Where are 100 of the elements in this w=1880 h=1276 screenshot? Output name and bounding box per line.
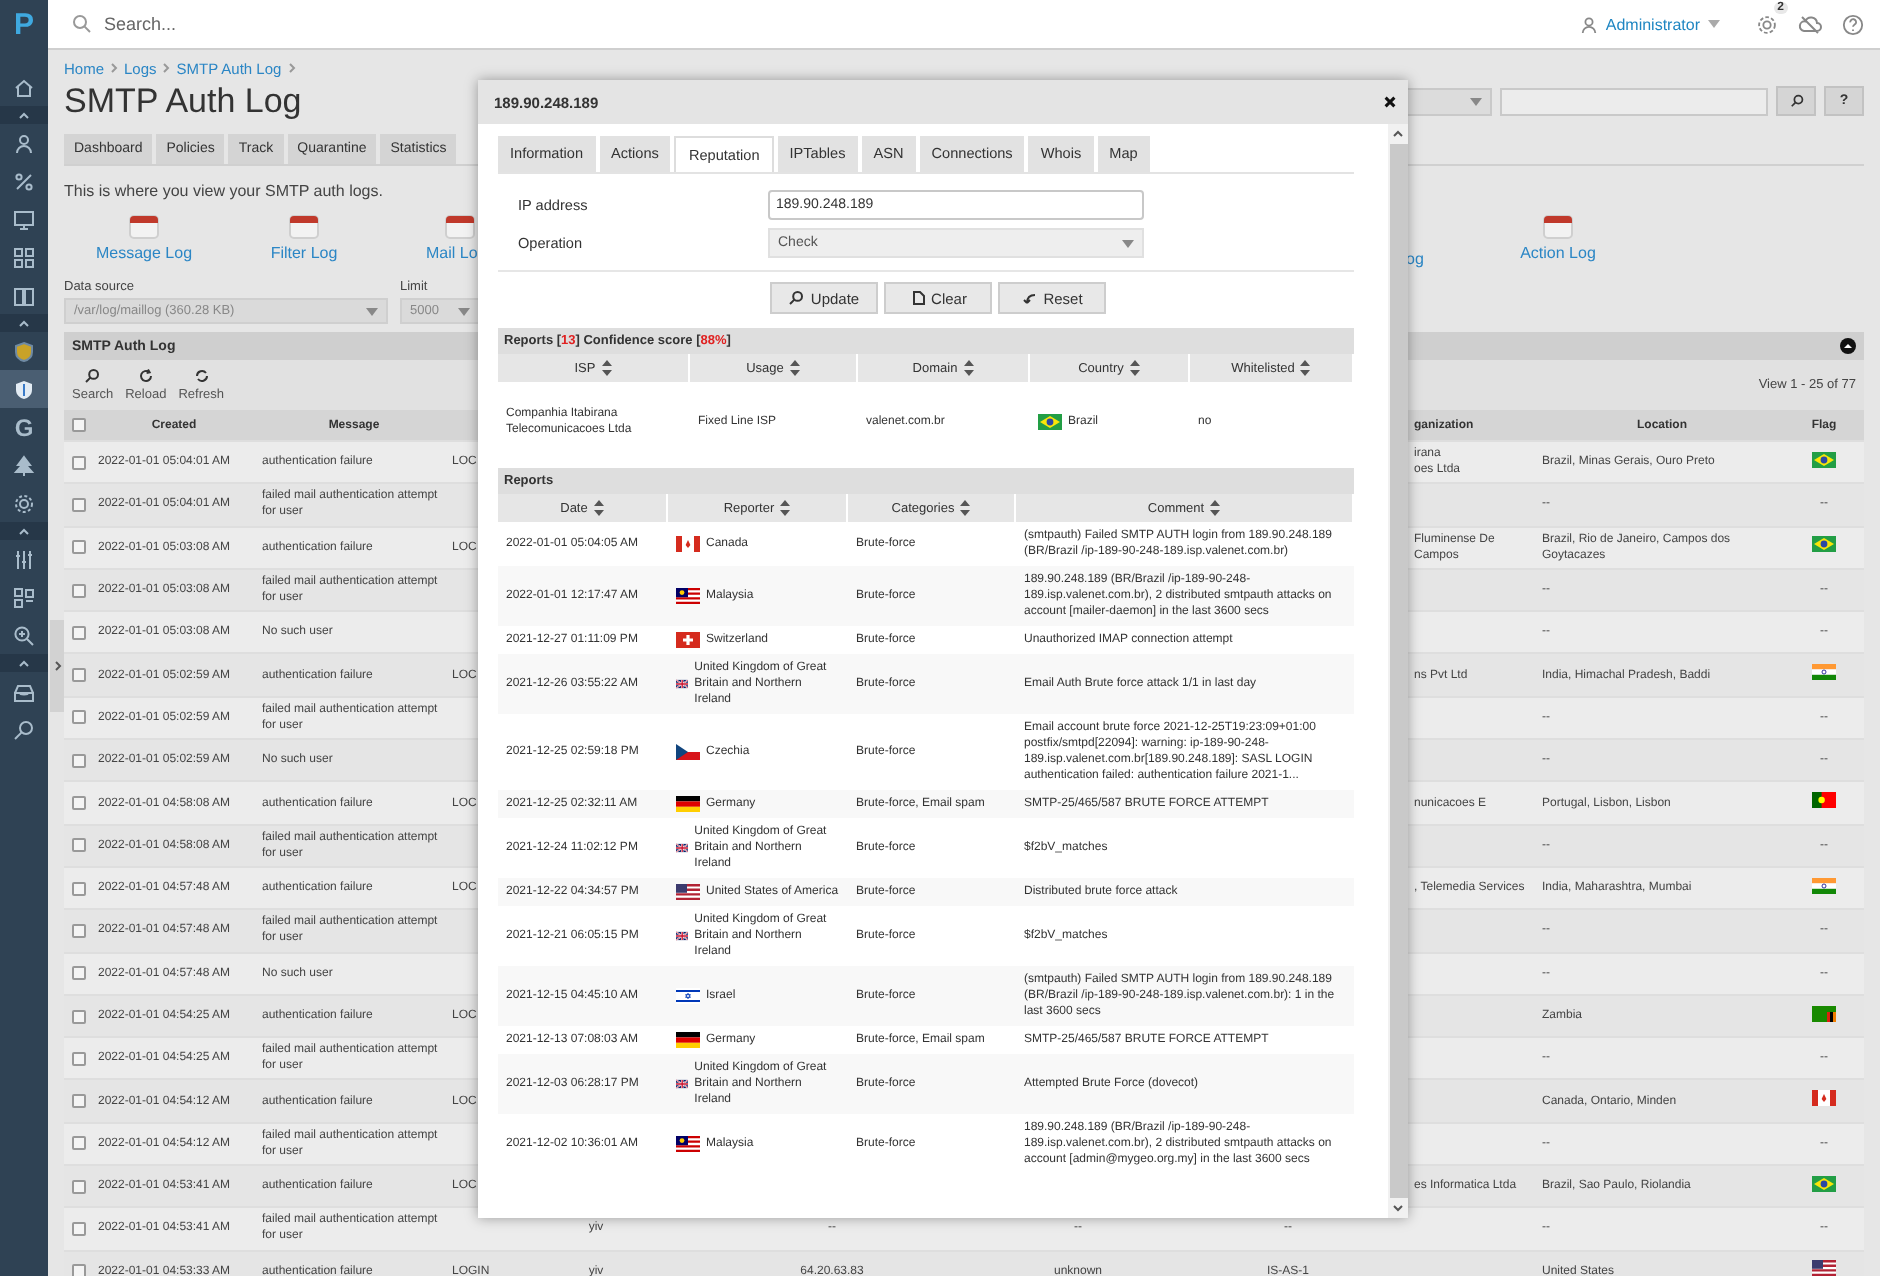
checkbox[interactable] [72, 1051, 86, 1066]
search-icon [72, 14, 92, 34]
checkbox[interactable] [72, 966, 86, 981]
sort-icon[interactable] [601, 360, 612, 376]
checkbox[interactable] [72, 881, 86, 896]
checkbox[interactable] [72, 796, 86, 811]
sort-icon[interactable] [789, 360, 800, 376]
cloud-icon[interactable] [1798, 14, 1822, 34]
checkbox[interactable] [72, 497, 86, 512]
checkbox[interactable] [72, 753, 86, 768]
search-button[interactable] [1776, 86, 1816, 116]
chevron-up-icon [14, 318, 34, 328]
close-button[interactable] [1384, 96, 1396, 108]
grid-icon [12, 245, 36, 269]
checkbox[interactable] [72, 625, 86, 640]
flag-icon [676, 1136, 700, 1152]
flag-icon [1812, 1090, 1836, 1107]
checkbox[interactable] [72, 1179, 86, 1194]
user-menu[interactable]: Administrator [1605, 15, 1700, 33]
sort-icon[interactable] [780, 500, 791, 516]
checkbox[interactable] [72, 668, 86, 683]
zoom-in-icon [12, 623, 36, 647]
section-toggle[interactable] [0, 522, 48, 540]
calendar-icon[interactable] [1542, 212, 1574, 240]
flag-icon [676, 1076, 689, 1092]
checkbox[interactable] [72, 838, 86, 853]
caret-icon [1122, 239, 1134, 247]
gear-icon [12, 491, 36, 515]
search-icon [1789, 94, 1803, 108]
chevron-up-icon[interactable] [1392, 130, 1404, 138]
flag-icon [676, 884, 700, 900]
caret-icon [1470, 97, 1482, 105]
section-toggle[interactable] [0, 314, 48, 332]
flag-icon [1812, 1260, 1836, 1276]
sidebar-collapse-handle[interactable] [50, 620, 64, 712]
chevron-right-icon [110, 62, 119, 74]
page-title: SMTP Auth Log [64, 81, 302, 121]
search-icon [84, 368, 101, 384]
chevron-right-icon [162, 62, 171, 74]
sort-icon[interactable] [593, 500, 604, 516]
home-icon [12, 75, 36, 99]
calendar-icon[interactable] [444, 212, 476, 240]
flag-icon [1812, 536, 1836, 553]
calendar-icon[interactable] [128, 212, 160, 240]
flag-icon [676, 536, 700, 552]
section-toggle[interactable] [0, 654, 48, 672]
flag-icon [1812, 792, 1836, 809]
page-icon [909, 290, 926, 306]
checkbox[interactable] [72, 1136, 86, 1151]
nav-item[interactable] [0, 370, 48, 408]
flag-icon [1038, 414, 1062, 430]
sort-icon[interactable] [1210, 500, 1221, 516]
checkbox[interactable] [72, 1264, 86, 1276]
nav-item[interactable]: G [0, 408, 48, 446]
user-icon [12, 131, 36, 155]
flag-icon [676, 796, 700, 812]
checkbox[interactable] [72, 540, 86, 555]
checkbox[interactable] [72, 418, 86, 432]
sort-icon[interactable] [963, 360, 974, 376]
search-icon [12, 717, 36, 741]
flag-icon [676, 928, 689, 944]
app-logo[interactable]: P [13, 8, 34, 42]
checkbox[interactable] [72, 455, 86, 470]
checkbox[interactable] [72, 1221, 86, 1236]
chevron-up-icon [14, 526, 34, 536]
chevron-down-icon[interactable] [1392, 1204, 1404, 1212]
checkbox[interactable] [72, 1009, 86, 1023]
percent-icon [12, 169, 36, 193]
filter-field[interactable] [1500, 87, 1768, 115]
checkbox[interactable] [72, 583, 86, 598]
flag-icon [1812, 664, 1836, 681]
sort-icon[interactable] [1300, 360, 1311, 376]
caret-icon [366, 307, 378, 315]
gear-icon[interactable] [1756, 13, 1778, 35]
section-toggle[interactable] [0, 106, 48, 124]
page-description: This is where you view your SMTP auth logs. [64, 182, 383, 200]
sort-icon[interactable] [960, 500, 971, 516]
book-icon [12, 283, 36, 307]
help-icon[interactable] [1842, 13, 1864, 35]
flag-icon [1812, 451, 1836, 468]
reload-icon [137, 368, 154, 384]
flag-icon [676, 988, 700, 1004]
chevron-right-icon [287, 62, 296, 74]
checkbox[interactable] [72, 1094, 86, 1109]
undo-icon [1021, 290, 1038, 306]
checkbox[interactable] [72, 710, 86, 725]
sort-icon[interactable] [1129, 360, 1140, 376]
chevron-up-icon [14, 110, 34, 120]
apps-icon [12, 585, 36, 609]
checkbox[interactable] [72, 923, 86, 938]
flag-icon [676, 676, 689, 692]
flag-icon [676, 744, 700, 760]
user-icon [1579, 15, 1598, 33]
scrollbar[interactable] [1388, 124, 1408, 1218]
caret-icon [458, 307, 470, 315]
tree-icon [12, 453, 36, 477]
flag-icon [676, 632, 700, 648]
collapse-icon[interactable] [1840, 338, 1856, 354]
chevron-right-icon [53, 660, 61, 672]
calendar-icon[interactable] [288, 212, 320, 240]
